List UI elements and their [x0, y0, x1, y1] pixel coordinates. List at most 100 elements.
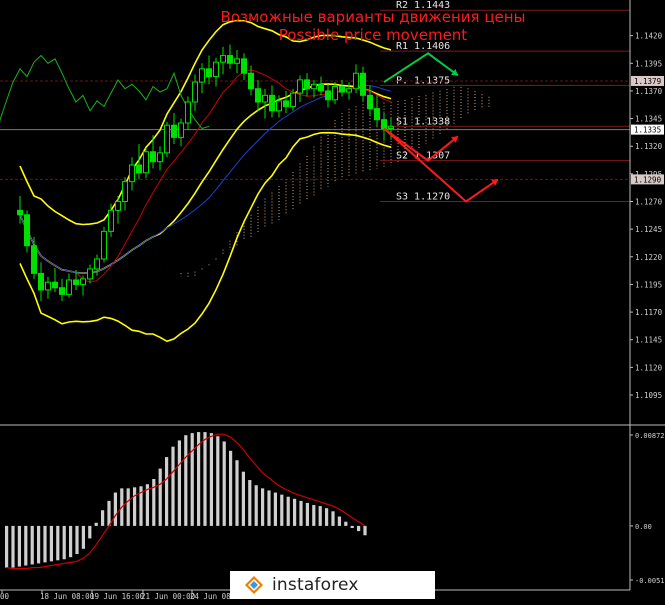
macd-histogram-bar [88, 525, 92, 539]
macd-histogram-bar [126, 488, 130, 526]
macd-histogram-bar [273, 492, 277, 526]
candle-body [367, 94, 373, 110]
candle-body [220, 55, 226, 63]
candle-body [374, 108, 380, 121]
macd-histogram-bar [280, 494, 284, 526]
bollinger-upper-band [19, 19, 392, 226]
candle-body [304, 79, 310, 90]
macd-histogram-bar [37, 525, 41, 564]
macd-histogram-bar [17, 525, 21, 567]
price-label-text: 1.1290 [634, 175, 662, 184]
candles [17, 44, 394, 302]
macd-histogram-bar [56, 525, 60, 561]
macd-histogram-bar [11, 525, 15, 568]
macd-histogram-bar [203, 432, 207, 526]
candle-body [157, 152, 163, 163]
price-tick-label: 1.1270 [635, 198, 663, 207]
macd-histogram-bar [152, 478, 156, 526]
candle-body [227, 55, 233, 64]
annotation-title-ru: Возможные варианты движения цены [221, 8, 526, 26]
bollinger-middle-band [19, 83, 392, 275]
candle-body [101, 230, 107, 260]
price-tick-label: 1.1145 [635, 336, 662, 345]
macd-histogram-bar [363, 525, 367, 536]
watermark-text: instaforex [272, 575, 359, 595]
macd-histogram-bar [43, 525, 47, 563]
candle-body [388, 125, 394, 130]
candle-body [241, 58, 247, 74]
macd-histogram-bar [312, 505, 316, 526]
candle-body [136, 164, 142, 174]
price-tick-label: 1.1195 [635, 280, 662, 289]
candle-body [276, 100, 282, 112]
candle-body [339, 86, 345, 93]
candle-body [115, 201, 121, 211]
candle-body [108, 209, 114, 232]
price-tick-label: 1.1245 [635, 225, 662, 234]
macd-histogram-bar [344, 521, 348, 526]
macd-histogram-bar [235, 460, 239, 526]
macd-histogram-bar [107, 500, 111, 526]
candle-body [381, 119, 387, 130]
candle-body [206, 68, 212, 78]
macd-histogram-bar [165, 457, 169, 526]
price-tick-label: 1.1170 [635, 308, 663, 317]
macd-histogram-bar [113, 492, 117, 526]
candle-body [66, 279, 72, 295]
indicator-lines [0, 19, 392, 343]
level-label-s3: S3 1.1270 [396, 192, 450, 203]
candle-body [45, 281, 51, 291]
macd-histogram-bar [222, 441, 226, 526]
candle-body [262, 94, 268, 103]
candle-body [290, 92, 296, 107]
candle-body [213, 61, 219, 78]
macd-histogram-bar [286, 496, 290, 526]
macd-histogram-bar [171, 446, 175, 526]
macd-histogram-bar [261, 488, 265, 526]
candle-body [164, 124, 170, 154]
macd-histogram-bar [267, 490, 271, 526]
macd-histogram-bar [81, 525, 85, 549]
macd-histogram-bar [133, 487, 137, 526]
candle-body [59, 287, 65, 295]
macd-histogram-bar [350, 525, 354, 528]
macd-histogram-bar [190, 433, 194, 526]
candle-body [185, 101, 191, 124]
macd-histogram-bar [337, 516, 341, 526]
price-tick-label: 1.1095 [635, 391, 662, 400]
candle-body [94, 258, 100, 270]
candle-body [255, 88, 261, 103]
macd-histogram-bar [229, 450, 233, 526]
price-tick-label: 1.1320 [635, 142, 663, 151]
macd-histogram-bar [158, 468, 162, 526]
candle-body [192, 81, 198, 103]
price-tick-label: 1.1220 [635, 253, 663, 262]
candle-body [297, 79, 303, 94]
macd-histogram-bar [94, 522, 98, 526]
candle-body [87, 268, 93, 280]
candle-body [73, 279, 79, 285]
candle-body [318, 83, 324, 92]
bollinger-lower-band [19, 131, 392, 343]
candle-body [150, 151, 156, 163]
candle-body [38, 272, 44, 291]
macd-histogram-bar [305, 502, 309, 526]
candle-body [360, 72, 366, 96]
candle-body [171, 124, 177, 138]
macd-histogram-bar [357, 525, 361, 532]
annotation-title-en: Possible price movement [279, 26, 468, 44]
macd-histogram-bar [299, 500, 303, 526]
macd-histogram-bar [75, 525, 79, 555]
watermark: instaforex [230, 571, 435, 599]
time-tick-label: 00 [0, 592, 10, 601]
macd-tick-label: 0.00 [635, 523, 652, 531]
price-tick-label: 1.1120 [635, 363, 663, 372]
macd-histogram-bar [331, 511, 335, 526]
macd-histogram-bar [177, 440, 181, 526]
candle-body [31, 245, 37, 274]
macd-tick-label: 0.00872 [635, 432, 665, 440]
candle-body [283, 100, 289, 107]
macd-histogram-bar [49, 525, 53, 562]
candle-body [80, 278, 86, 285]
macd-histogram-bar [62, 525, 66, 560]
